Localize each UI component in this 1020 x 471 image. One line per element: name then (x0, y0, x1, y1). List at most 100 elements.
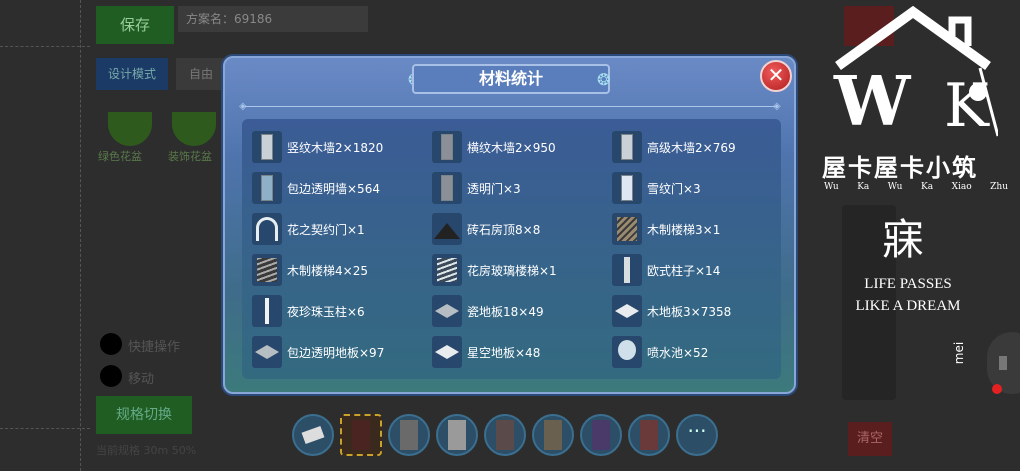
pinyin-syllable: Ka (857, 182, 870, 192)
clear-button[interactable]: 清空 (848, 422, 892, 456)
dialog-title: 材料统计 (412, 64, 610, 94)
window-red-icon[interactable] (628, 414, 670, 456)
pearl-pillar-icon (252, 295, 282, 327)
title-divider (245, 106, 778, 107)
list-item: 花房玻璃楼梯×1 (422, 254, 602, 286)
wall-panel-icon (612, 131, 642, 163)
item-label: 花之契约门×1 (287, 223, 365, 237)
door-grey-icon[interactable] (388, 414, 430, 456)
door-dark-icon[interactable] (340, 414, 382, 456)
list-item: 木地板3×7358 (602, 295, 782, 327)
list-item: 星空地板×48 (422, 336, 602, 368)
item-label: 夜珍珠玉柱×6 (287, 305, 365, 319)
grid-line (80, 0, 81, 471)
wood-floor-icon (612, 295, 642, 327)
glass-door-icon (432, 172, 462, 204)
list-item: 木制楼梯4×25 (242, 254, 422, 286)
close-button[interactable]: ✕ (760, 60, 792, 92)
item-label: 喷水池×52 (647, 346, 709, 360)
item-label: 木制楼梯3×1 (647, 223, 721, 237)
glass-floor-icon (252, 336, 282, 368)
window-icon[interactable] (532, 414, 574, 456)
spec-switch-button[interactable]: 规格切换 (96, 396, 192, 434)
list-item: 夜珍珠玉柱×6 (242, 295, 422, 327)
door-silver-icon[interactable] (436, 414, 478, 456)
list-item: 瓷地板18×49 (422, 295, 602, 327)
dialog-titlebar: ❂ 材料统计 ❂ ✕ (225, 58, 794, 104)
save-button[interactable]: 保存 (96, 6, 174, 44)
logo-motto: LIFE PASSES (864, 276, 952, 292)
list-item: 包边透明墙×564 (242, 172, 422, 204)
item-label: 雪纹门×3 (647, 182, 701, 196)
list-item: 雪纹门×3 (602, 172, 782, 204)
roof-icon (432, 213, 462, 245)
item-label: 绿色花盆 (98, 150, 142, 163)
item-label: 砖石房顶8×8 (467, 223, 541, 237)
tile-floor-icon (432, 295, 462, 327)
fountain-icon (612, 336, 642, 368)
column-icon (612, 254, 642, 286)
logo-letter-k: K (944, 71, 989, 141)
wall-panel-icon (252, 131, 282, 163)
move-label: 移动 (128, 372, 155, 387)
list-item: 横纹木墙2×950 (422, 131, 602, 163)
design-mode-button[interactable]: 设计模式 (96, 58, 168, 90)
star-floor-icon (432, 336, 462, 368)
item-label: 装饰花盆 (168, 150, 212, 163)
material-stats-dialog: ❂ 材料统计 ❂ ✕ ◈ ◈ 竖纹木墙2×1820 横纹木墙2×950 高级木墙… (223, 56, 796, 394)
logo-seal: 寐 (882, 215, 925, 264)
swirl-right-icon: ❂ (597, 70, 611, 89)
list-item: 包边透明地板×97 (242, 336, 422, 368)
list-item: 高级木墙2×769 (602, 131, 782, 163)
window-purple-icon[interactable] (580, 414, 622, 456)
pinyin-syllable: Zhu (990, 182, 1008, 192)
quick-action-toggle[interactable] (100, 333, 122, 355)
item-label: 透明门×3 (467, 182, 521, 196)
move-toggle[interactable] (100, 365, 122, 387)
quick-action-label: 快捷操作 (128, 340, 181, 355)
snow-door-icon (612, 172, 642, 204)
item-label: 包边透明地板×97 (287, 346, 385, 360)
list-item: 喷水池×52 (602, 336, 782, 368)
glass-stairs-icon (432, 254, 462, 286)
item-label: 瓷地板18×49 (467, 305, 544, 319)
wall-panel-icon (432, 131, 462, 163)
side-text: mei (952, 341, 967, 365)
item-label: 木地板3×7358 (647, 305, 732, 319)
pinyin-syllable: Ka (920, 182, 934, 192)
list-item: 欧式柱子×14 (602, 254, 782, 286)
stairs-icon (612, 213, 642, 245)
flower-pot-icon[interactable] (172, 112, 216, 146)
eraser-icon[interactable] (292, 414, 334, 456)
logo-name: 屋卡屋卡小筑 (822, 154, 978, 182)
logo-motto: LIKE A DREAM (855, 298, 961, 314)
list-item: 花之契约门×1 (242, 213, 422, 245)
record-indicator (992, 384, 1002, 394)
divider-end-icon: ◈ (773, 101, 781, 112)
grid-line (0, 428, 90, 429)
item-label: 木制楼梯4×25 (287, 264, 368, 278)
volume-icon[interactable] (987, 332, 1020, 394)
flower-arch-icon (252, 213, 282, 245)
free-mode-button[interactable]: 自由 (176, 58, 226, 90)
item-label: 横纹木墙2×950 (467, 141, 556, 155)
item-label: 高级木墙2×769 (647, 141, 736, 155)
item-label: 星空地板×48 (467, 346, 541, 360)
glass-wall-icon (252, 172, 282, 204)
item-label: 欧式柱子×14 (647, 264, 721, 278)
pinyin-syllable: Xiao (951, 182, 972, 192)
status-tip: 当前规格 30m 50% (96, 444, 197, 457)
pinyin-syllable: Wu (824, 182, 839, 192)
item-label: 包边透明墙×564 (287, 182, 380, 196)
more-icon[interactable]: ··· (676, 414, 718, 456)
item-label: 花房玻璃楼梯×1 (467, 264, 557, 278)
pinyin-syllable: Wu (887, 182, 903, 192)
item-label: 竖纹木墙2×1820 (287, 141, 384, 155)
flower-pot-icon[interactable] (108, 112, 152, 146)
scheme-name-field[interactable]: 方案名：69186 (178, 6, 368, 32)
list-item: 竖纹木墙2×1820 (242, 131, 422, 163)
door-teal-icon[interactable] (484, 414, 526, 456)
grid-line (0, 46, 90, 47)
list-item: 透明门×3 (422, 172, 602, 204)
bottom-toolbar: ··· (292, 414, 718, 462)
